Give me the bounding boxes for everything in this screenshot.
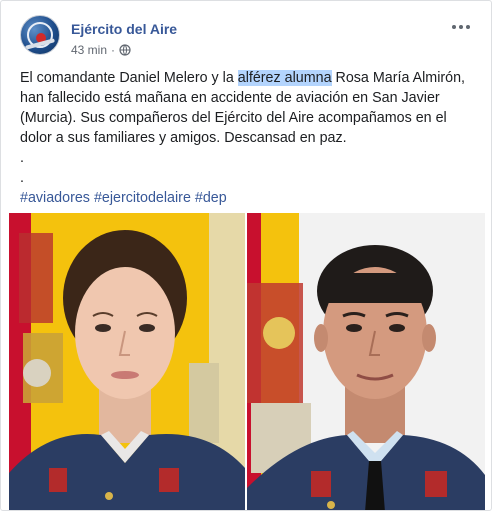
highlighted-text: alférez alumna — [237, 70, 332, 86]
post-card: Ejército del Aire 43 min · El comandante… — [0, 0, 492, 511]
post-meta: 43 min · — [71, 43, 131, 57]
more-options-icon[interactable] — [451, 17, 471, 37]
post-line-3: (Murcia). Sus compañeros del Ejército de… — [20, 110, 447, 126]
post-message: El comandante Daniel Melero y la alférez… — [20, 68, 480, 208]
meta-separator: · — [111, 43, 116, 57]
photo-left[interactable] — [9, 213, 245, 510]
post-line-2: han fallecido está mañana en accidente d… — [20, 90, 440, 106]
hashtag-link[interactable]: #aviadores — [20, 190, 90, 206]
page-avatar[interactable] — [20, 15, 60, 55]
globe-icon[interactable] — [119, 44, 131, 56]
hashtag-link[interactable]: #ejercitodelaire — [94, 190, 191, 206]
post-line-6: . — [20, 170, 24, 186]
page-name-link[interactable]: Ejército del Aire — [71, 21, 177, 37]
post-line-1: El comandante Daniel Melero y la alférez… — [20, 70, 466, 86]
post-header: Ejército del Aire 43 min · — [20, 13, 479, 59]
photo-right[interactable] — [247, 213, 485, 510]
hashtag-row: #aviadores #ejercitodelaire #dep — [20, 188, 480, 208]
post-timestamp[interactable]: 43 min — [71, 43, 107, 57]
photo-grid — [9, 213, 485, 510]
post-line-4: dolor a sus familiares y amigos. Descans… — [20, 130, 347, 146]
post-line-5: . — [20, 150, 24, 166]
hashtag-link[interactable]: #dep — [195, 190, 227, 206]
